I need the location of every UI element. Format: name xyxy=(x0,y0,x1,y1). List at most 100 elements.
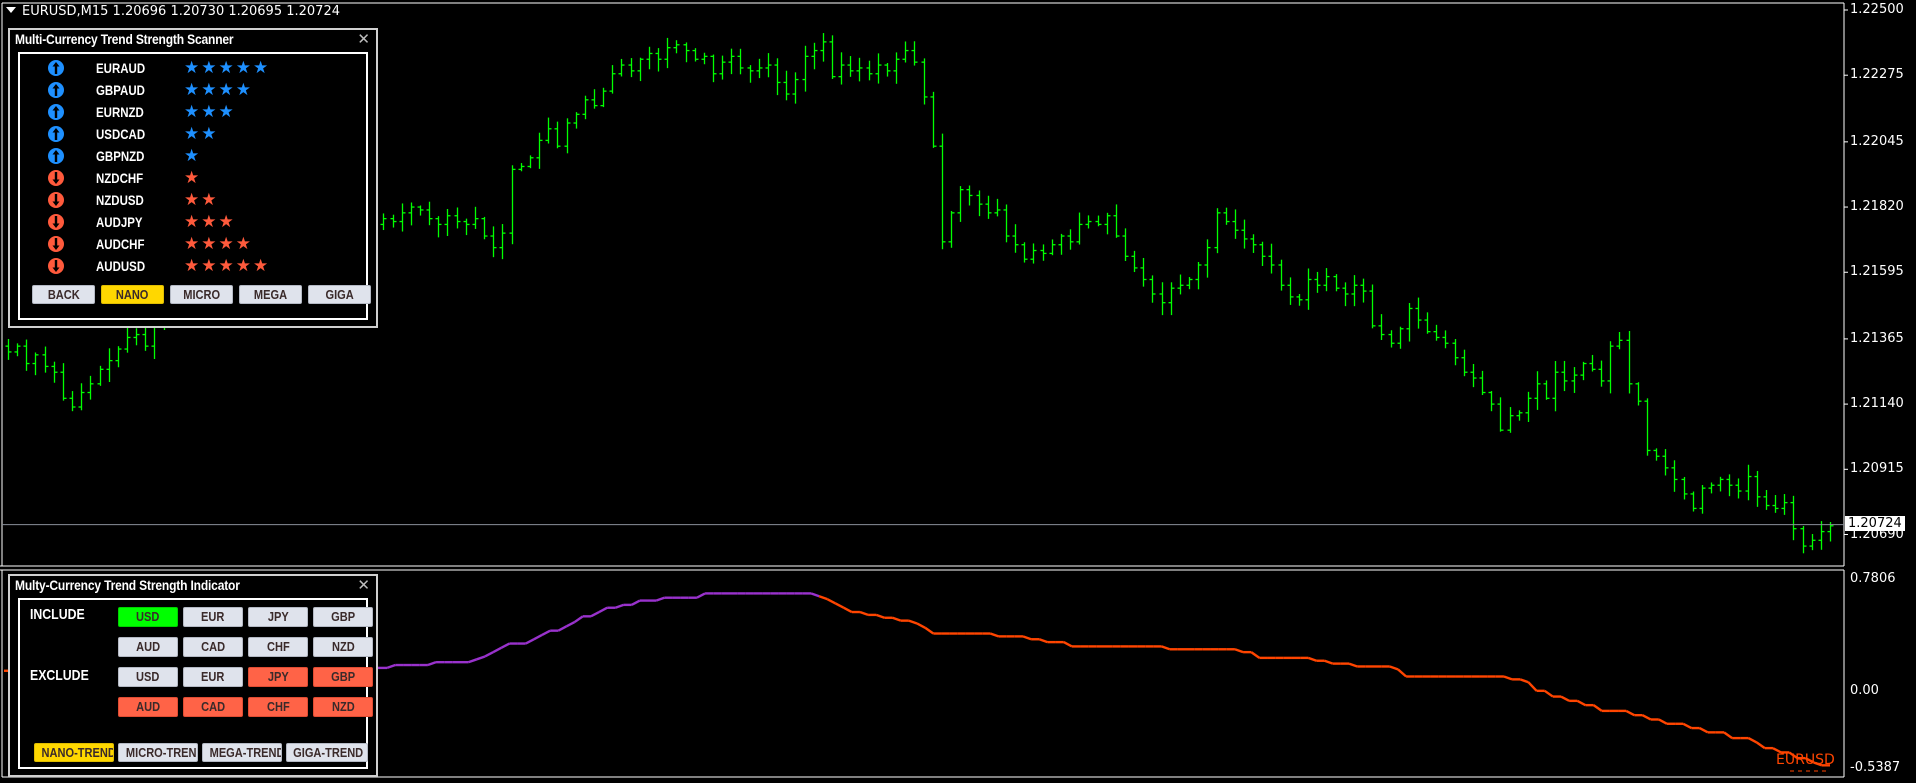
scanner-panel[interactable]: Multi-Currency Trend Strength Scanner ✕ … xyxy=(8,28,378,328)
ohlc-bar xyxy=(78,383,85,411)
strength-stars: ★★★★★ xyxy=(184,59,270,77)
ohlc-bar xyxy=(536,132,543,169)
indicator-segment xyxy=(834,602,845,609)
exclude-aud-button[interactable]: AUD xyxy=(118,697,178,717)
ohlc-bar xyxy=(554,121,561,149)
star-icon: ★ xyxy=(201,212,219,232)
ohlc-bar xyxy=(490,226,497,258)
ohlc-bar xyxy=(783,70,790,101)
scanner-row[interactable]: AUDJPY ★★★ xyxy=(20,212,366,234)
ohlc-bar xyxy=(957,186,964,222)
exclude-nzd-button[interactable]: NZD xyxy=(313,697,373,717)
chart-title[interactable]: EURUSD,M15 1.20696 1.20730 1.20695 1.207… xyxy=(6,4,340,19)
scanner-row[interactable]: AUDCHF ★★★★ xyxy=(20,234,366,256)
exclude-jpy-button[interactable]: JPY xyxy=(248,667,308,687)
ohlc-bar xyxy=(582,95,589,120)
indicator-panel[interactable]: Multy-Currency Trend Strength Indicator … xyxy=(8,574,378,777)
ohlc-bar xyxy=(133,328,140,346)
ohlc-bar xyxy=(1708,482,1715,494)
nano-trend-button[interactable]: NANO-TREND xyxy=(34,743,114,762)
indicator-chart[interactable]: 0.7806 0.00 -0.5387 EURUSD Multy-Currency … xyxy=(0,569,1916,779)
star-icon: ★ xyxy=(218,58,236,78)
scanner-button-mega[interactable]: MEGA xyxy=(239,285,302,304)
ohlc-bar xyxy=(14,343,21,357)
scanner-row[interactable]: EURAUD ★★★★★ xyxy=(20,58,366,80)
include-eur-button[interactable]: EUR xyxy=(183,607,243,627)
indicator-tick-label: 0.7806 xyxy=(1850,571,1896,586)
ohlc-bar xyxy=(637,57,644,82)
star-icon: ★ xyxy=(235,256,253,276)
micro-trend-button[interactable]: MICRO-TREND xyxy=(118,743,198,762)
exclude-cad-button[interactable]: CAD xyxy=(183,697,243,717)
price-chart[interactable]: EURUSD,M15 1.20696 1.20730 1.20695 1.207… xyxy=(0,0,1916,567)
ohlc-bar xyxy=(1159,282,1166,316)
indicator-segment xyxy=(1063,641,1073,648)
scanner-button-nano[interactable]: NANO xyxy=(101,285,164,304)
ohlc-bar xyxy=(1305,268,1312,310)
ohlc-bar xyxy=(1049,239,1056,256)
button-label: NANO xyxy=(116,287,149,302)
indicator-segment xyxy=(1527,681,1538,692)
scanner-row[interactable]: USDCAD ★★ xyxy=(20,124,366,146)
scanner-row[interactable]: NZDCHF ★ xyxy=(20,168,366,190)
scanner-row[interactable]: GBPAUD ★★★★ xyxy=(20,80,366,102)
exclude-chf-button[interactable]: CHF xyxy=(248,697,308,717)
collapse-triangle-icon[interactable] xyxy=(6,7,16,13)
include-aud-button[interactable]: AUD xyxy=(118,637,178,657)
ohlc-bar xyxy=(985,195,992,219)
button-label: MICRO xyxy=(183,287,220,302)
include-nzd-button[interactable]: NZD xyxy=(313,637,373,657)
ohlc-bar xyxy=(444,209,451,236)
indicator-segment xyxy=(818,595,828,601)
ohlc-bar xyxy=(1397,326,1404,349)
indicator-segment xyxy=(525,638,535,645)
exclude-usd-button[interactable]: USD xyxy=(118,667,178,687)
scanner-row[interactable]: GBPNZD ★ xyxy=(20,146,366,168)
indicator-panel-title[interactable]: Multy-Currency Trend Strength Indicator xyxy=(15,577,240,593)
scanner-button-back[interactable]: BACK xyxy=(32,285,95,304)
indicator-segment xyxy=(1576,699,1587,707)
giga-trend-button[interactable]: GIGA-TREND xyxy=(286,743,368,762)
indicator-segment xyxy=(1519,678,1529,684)
ohlc-bar xyxy=(408,202,415,226)
ohlc-bar xyxy=(1571,367,1578,393)
indicator-segment xyxy=(892,616,902,622)
button-label: MEGA xyxy=(253,287,288,302)
scanner-body: EURAUD ★★★★★ GBPAUD ★★★★ EURNZD ★★★ USDC… xyxy=(18,52,371,320)
close-icon[interactable]: ✕ xyxy=(357,576,370,594)
include-jpy-button[interactable]: JPY xyxy=(248,607,308,627)
include-gbp-button[interactable]: GBP xyxy=(313,607,373,627)
button-label: AUD xyxy=(136,699,160,714)
current-price-label: 1.20724 xyxy=(1845,515,1905,531)
ohlc-bar xyxy=(1003,204,1010,243)
include-chf-button[interactable]: CHF xyxy=(248,637,308,657)
indicator-segment xyxy=(614,603,624,609)
star-icon: ★ xyxy=(235,80,253,100)
ohlc-bar xyxy=(1113,204,1120,238)
scanner-row[interactable]: EURNZD ★★★ xyxy=(20,102,366,124)
arrow-up-circle-icon xyxy=(48,82,64,98)
ohlc-bar xyxy=(1214,208,1221,254)
include-usd-button[interactable]: USD xyxy=(118,607,178,627)
scanner-row[interactable]: AUDUSD ★★★★★ xyxy=(20,256,366,278)
indicator-segment xyxy=(1038,638,1048,644)
scanner-button-giga[interactable]: GIGA xyxy=(308,285,371,304)
indicator-segment xyxy=(1324,659,1334,665)
indicator-segment xyxy=(1682,722,1692,730)
ohlc-bar xyxy=(527,155,534,169)
scanner-row[interactable]: NZDUSD ★★ xyxy=(20,190,366,212)
exclude-eur-button[interactable]: EUR xyxy=(183,667,243,687)
ohlc-bar xyxy=(1433,324,1440,341)
star-icon: ★ xyxy=(201,234,219,254)
include-cad-button[interactable]: CAD xyxy=(183,637,243,657)
strength-stars: ★★★★ xyxy=(184,235,253,253)
exclude-gbp-button[interactable]: GBP xyxy=(313,667,373,687)
close-icon[interactable]: ✕ xyxy=(357,30,370,48)
star-icon: ★ xyxy=(201,190,219,210)
scanner-button-micro[interactable]: MICRO xyxy=(170,285,233,304)
ohlc-bar xyxy=(1809,533,1816,551)
scanner-title[interactable]: Multi-Currency Trend Strength Scanner xyxy=(15,31,234,47)
ohlc-bar xyxy=(463,218,470,236)
strength-stars: ★★★★ xyxy=(184,81,253,99)
mega-trend-button[interactable]: MEGA-TREND xyxy=(202,743,282,762)
